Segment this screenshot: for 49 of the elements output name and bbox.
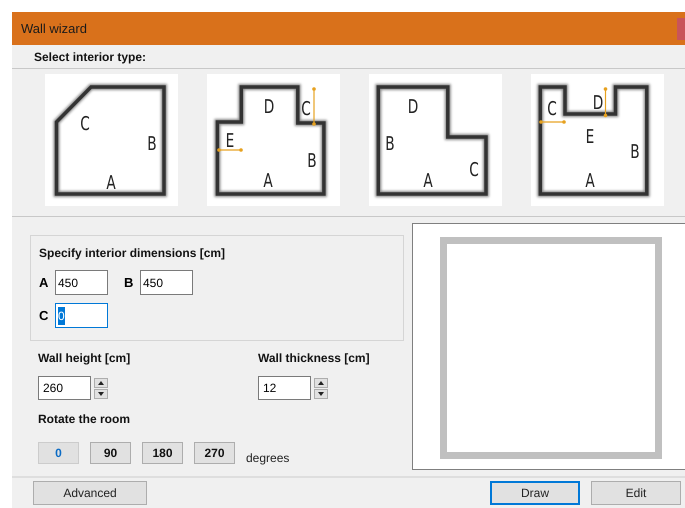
side-label: B (630, 140, 640, 164)
window-title: Wall wizard (21, 20, 87, 38)
side-label: E (226, 130, 234, 152)
dimension-marker-icon (312, 86, 316, 126)
dimension-field[interactable]: 0 (55, 303, 108, 328)
room-shape-option[interactable]: C B A (45, 74, 178, 206)
field-label: A (39, 274, 49, 292)
side-label: B (147, 132, 157, 156)
rotation-button[interactable]: 270 (194, 442, 235, 464)
dimension-field[interactable]: 450 (140, 270, 193, 295)
field-label: C (39, 306, 49, 325)
field-label: B (124, 274, 134, 292)
side-label: D (264, 96, 274, 118)
side-label: B (307, 150, 317, 172)
field-label: Wall height [cm] (38, 350, 132, 367)
room-shape-option[interactable]: C D E B A (531, 74, 664, 206)
group-title: Specify interior dimensions [cm] (39, 245, 226, 262)
rotation-button[interactable]: 90 (90, 442, 131, 464)
side-label: A (423, 170, 433, 192)
field-label: Wall thickness [cm] (258, 350, 371, 367)
side-label: D (592, 92, 604, 114)
side-label: D (408, 96, 418, 118)
spinner-control[interactable] (314, 378, 328, 398)
dimension-marker-icon (217, 148, 243, 152)
rotation-button[interactable]: 180 (142, 442, 183, 464)
rotation-button[interactable]: 0 (38, 442, 79, 464)
side-label: C (80, 112, 90, 136)
number-field[interactable]: 260 (38, 376, 91, 400)
side-label: C (301, 98, 311, 120)
dimension-marker-icon (604, 86, 608, 117)
section-label: Select interior type: (34, 48, 146, 66)
dimension-marker-icon (539, 120, 566, 124)
side-label: A (585, 170, 595, 192)
side-label: C (469, 158, 479, 182)
dialog-button[interactable]: Advanced (33, 481, 147, 505)
field-label: Rotate the room (38, 412, 130, 426)
side-label: A (106, 172, 116, 194)
dialog-button[interactable]: Edit (591, 481, 681, 505)
number-field[interactable]: 12 (258, 376, 311, 400)
unit-label: degrees (246, 450, 290, 467)
side-label: B (385, 132, 395, 156)
side-label: C (547, 98, 557, 120)
room-shape-option[interactable]: D C E B A (207, 74, 340, 206)
room-shape-option[interactable]: D B A C (369, 74, 502, 206)
dimension-field[interactable]: 450 (55, 270, 108, 295)
dialog-button[interactable]: Draw (490, 481, 580, 505)
spinner-control[interactable] (94, 378, 108, 398)
side-label: A (263, 170, 273, 192)
side-label: E (586, 126, 594, 148)
